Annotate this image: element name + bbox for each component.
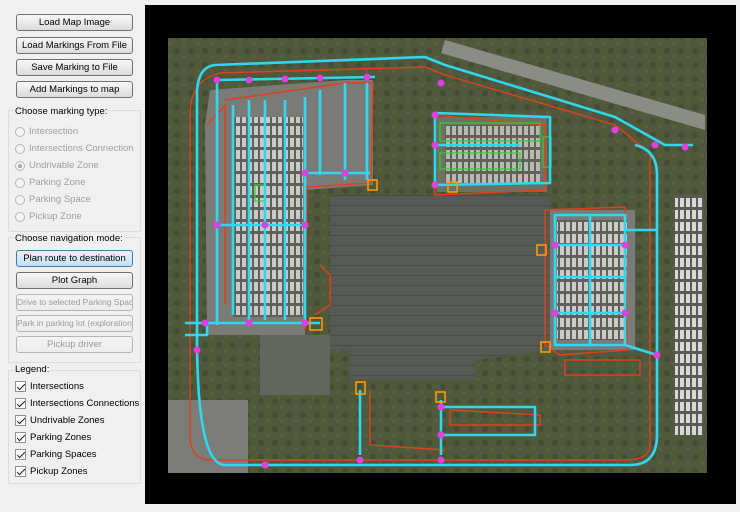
radio-intersection[interactable]: Intersection <box>15 125 78 138</box>
radio-button[interactable] <box>15 143 25 154</box>
intersection <box>551 241 559 249</box>
radio-button[interactable] <box>15 211 25 222</box>
radio-button[interactable] <box>15 126 25 137</box>
radio-label: Undrivable Zone <box>29 160 99 171</box>
intersection <box>356 456 364 464</box>
radio-undrivable-zone[interactable]: Undrivable Zone <box>15 159 99 172</box>
intersection <box>213 76 221 84</box>
legend-undrivable-zones[interactable]: Undrivable Zones <box>15 414 104 427</box>
load-markings-button[interactable]: Load Markings From File <box>16 37 133 54</box>
radio-intersections-connection[interactable]: Intersections Connection <box>15 142 134 155</box>
checkbox[interactable] <box>15 432 26 443</box>
checkbox-label: Intersections <box>30 381 84 392</box>
intersection <box>301 319 309 327</box>
intersection <box>431 111 439 119</box>
radio-label: Pickup Zone <box>29 211 82 222</box>
left-parked-cars <box>233 117 303 317</box>
intersection <box>363 73 371 81</box>
checkbox[interactable] <box>15 466 26 477</box>
radio-button[interactable] <box>15 177 25 188</box>
save-marking-button[interactable]: Save Marking to File <box>16 59 133 76</box>
park-exploration-button[interactable]: Park in parking lot (exploration) <box>16 315 133 332</box>
intersection <box>316 74 324 82</box>
intersection <box>651 141 659 149</box>
intersection <box>437 431 445 439</box>
radio-button[interactable] <box>15 194 25 205</box>
intersection <box>245 76 253 84</box>
legend-pickup-zones[interactable]: Pickup Zones <box>15 465 88 478</box>
checkbox-label: Parking Spaces <box>30 449 97 460</box>
map-canvas[interactable] <box>145 5 736 504</box>
navigation-mode-title: Choose navigation mode: <box>14 233 124 244</box>
intersection <box>301 221 309 229</box>
legend-parking-spaces[interactable]: Parking Spaces <box>15 448 97 461</box>
radio-label: Parking Zone <box>29 177 86 188</box>
intersection <box>261 461 269 469</box>
intersection <box>437 79 445 87</box>
checkbox[interactable] <box>15 398 26 409</box>
radio-parking-space[interactable]: Parking Space <box>15 193 91 206</box>
building <box>330 195 550 380</box>
building-annex <box>260 335 330 395</box>
plot-graph-button[interactable]: Plot Graph <box>16 272 133 289</box>
intersection <box>213 221 221 229</box>
intersection <box>201 319 209 327</box>
intersection <box>621 309 629 317</box>
add-markings-button[interactable]: Add Markings to map <box>16 81 133 98</box>
load-map-image-button[interactable]: Load Map Image <box>16 14 133 31</box>
radio-label: Parking Space <box>29 194 91 205</box>
right-parked-cars <box>675 195 703 435</box>
intersection <box>281 75 289 83</box>
radio-label: Intersection <box>29 126 79 137</box>
drive-to-parking-space-button[interactable]: Drive to selected Parking Space <box>16 294 133 311</box>
intersection <box>431 181 439 189</box>
checkbox-label: Intersections Connections <box>30 398 140 409</box>
radio-label: Intersections Connection <box>29 143 134 154</box>
intersection <box>431 141 439 149</box>
intersection <box>261 221 269 229</box>
intersection <box>301 169 309 177</box>
checkbox-label: Undrivable Zones <box>30 415 105 426</box>
radio-parking-zone[interactable]: Parking Zone <box>15 176 86 189</box>
intersection <box>681 143 689 151</box>
marking-type-title: Choose marking type: <box>14 106 109 117</box>
pickup-driver-button[interactable]: Pickup driver <box>16 336 133 353</box>
bottom-left-lot <box>168 400 248 473</box>
checkbox[interactable] <box>15 415 26 426</box>
legend-intersections-connections[interactable]: Intersections Connections <box>15 397 139 410</box>
intersection <box>245 319 253 327</box>
intersection <box>341 169 349 177</box>
checkbox[interactable] <box>15 449 26 460</box>
checkbox-label: Pickup Zones <box>30 466 88 477</box>
checkbox[interactable] <box>15 381 26 392</box>
map-view[interactable] <box>145 5 736 504</box>
legend-parking-zones[interactable]: Parking Zones <box>15 431 91 444</box>
intersection <box>653 351 661 359</box>
control-panel: Load Map Image Load Markings From File S… <box>6 6 141 484</box>
checkbox-label: Parking Zones <box>30 432 92 443</box>
radio-pickup-zone[interactable]: Pickup Zone <box>15 210 82 223</box>
intersection <box>611 126 619 134</box>
legend-title: Legend: <box>14 364 51 375</box>
intersection <box>437 456 445 464</box>
intersection <box>193 346 201 354</box>
radio-button-selected[interactable] <box>15 160 25 171</box>
legend-intersections[interactable]: Intersections <box>15 380 84 393</box>
intersection <box>621 241 629 249</box>
intersection <box>437 403 445 411</box>
right-parked-cars-lot <box>557 220 627 340</box>
intersection <box>551 309 559 317</box>
plan-route-button[interactable]: Plan route to destination <box>16 250 133 267</box>
top-parked-cars <box>445 125 540 185</box>
